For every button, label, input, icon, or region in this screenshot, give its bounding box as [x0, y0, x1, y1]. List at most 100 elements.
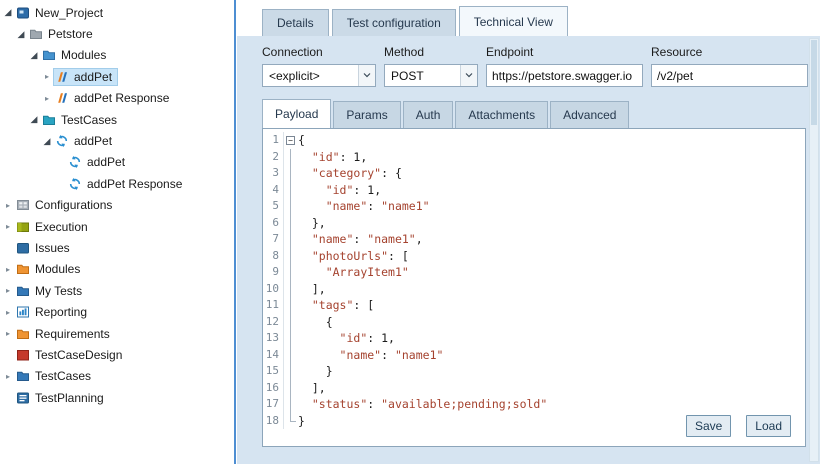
- tree-node[interactable]: TestPlanning: [14, 389, 110, 407]
- code-line[interactable]: 7 "name": "name1",: [263, 231, 805, 248]
- tree-item-testplanning[interactable]: TestPlanning: [0, 387, 233, 408]
- subtab-params[interactable]: Params: [333, 101, 400, 128]
- subtab-advanced[interactable]: Advanced: [550, 101, 629, 128]
- tree-collapsed-arrow[interactable]: ▸: [2, 201, 14, 210]
- tab-test-configuration[interactable]: Test configuration: [332, 9, 456, 36]
- code-line[interactable]: 14 "name": "name1": [263, 347, 805, 364]
- code-line[interactable]: 17 "status": "available;pending;sold": [263, 396, 805, 413]
- tree-node[interactable]: TestCases: [40, 111, 123, 129]
- tree-expanded-arrow[interactable]: ◢: [2, 7, 14, 18]
- code-line[interactable]: 9 "ArrayItem1": [263, 264, 805, 281]
- tab-details[interactable]: Details: [262, 9, 329, 36]
- subtab-payload[interactable]: Payload: [262, 99, 331, 128]
- tree-item-configurations[interactable]: ▸Configurations: [0, 195, 233, 216]
- tree-collapsed-arrow[interactable]: ▸: [2, 265, 14, 274]
- tree-collapsed-arrow[interactable]: ▸: [2, 222, 14, 231]
- tree-collapsed-arrow[interactable]: ▸: [2, 329, 14, 338]
- tree-item-my-tests[interactable]: ▸My Tests: [0, 280, 233, 301]
- code-line[interactable]: 2 "id": 1,: [263, 149, 805, 166]
- connection-select[interactable]: <explicit>: [262, 64, 376, 87]
- panel-scrollbar[interactable]: [809, 38, 819, 462]
- tree-item-testcases[interactable]: ◢TestCases: [0, 109, 233, 130]
- tree-item-addpet[interactable]: ▸ addPet: [0, 66, 233, 87]
- app-window: ◢New_Project◢Petstore◢Modules▸addPet▸add…: [0, 0, 820, 464]
- code-line[interactable]: 13 "id": 1,: [263, 330, 805, 347]
- code-line[interactable]: 11 "tags": [: [263, 297, 805, 314]
- module-icon: [55, 91, 71, 105]
- tree-node[interactable]: Modules: [14, 260, 86, 278]
- fold-guide: [284, 281, 298, 298]
- code-line[interactable]: 12 {: [263, 314, 805, 331]
- tree-expanded-arrow[interactable]: ◢: [28, 114, 40, 125]
- fold-minus-icon[interactable]: −: [286, 136, 295, 145]
- scrollbar-thumb[interactable]: [811, 40, 817, 125]
- code-line[interactable]: 6 },: [263, 215, 805, 232]
- tree-item-new_project[interactable]: ◢New_Project: [0, 2, 233, 23]
- code-line[interactable]: 3 "category": {: [263, 165, 805, 182]
- chevron-down-icon[interactable]: [460, 65, 477, 86]
- tree-item-issues[interactable]: Issues: [0, 237, 233, 258]
- tree-expanded-arrow[interactable]: ◢: [15, 29, 27, 40]
- save-button[interactable]: Save: [686, 415, 731, 437]
- fold-guide: [284, 182, 298, 199]
- tree-item-addpet-response[interactable]: addPet Response: [0, 173, 233, 194]
- tree-collapsed-arrow[interactable]: ▸: [2, 308, 14, 317]
- line-number: 1: [263, 132, 284, 149]
- tree-node[interactable]: Modules: [40, 46, 112, 64]
- fold-guide: [284, 215, 298, 232]
- tree-node[interactable]: addPet: [53, 68, 118, 86]
- code-line[interactable]: 15 }: [263, 363, 805, 380]
- fold-collapse-icon[interactable]: −: [284, 132, 298, 149]
- method-select[interactable]: POST: [384, 64, 478, 87]
- tree-node[interactable]: addPet: [66, 153, 131, 171]
- resource-input[interactable]: [651, 64, 808, 87]
- payload-editor[interactable]: 1−{2 "id": 1,3 "category": {4 "id": 1,5 …: [262, 128, 806, 447]
- code-text: "tags": [: [298, 297, 374, 314]
- code-line[interactable]: 4 "id": 1,: [263, 182, 805, 199]
- tree-item-reporting[interactable]: ▸Reporting: [0, 301, 233, 322]
- tree-item-petstore[interactable]: ◢Petstore: [0, 23, 233, 44]
- load-button[interactable]: Load: [746, 415, 791, 437]
- tree-node[interactable]: Execution: [14, 218, 94, 236]
- tree-item-testcasedesign[interactable]: TestCaseDesign: [0, 344, 233, 365]
- tab-technical-view[interactable]: Technical View: [459, 6, 568, 36]
- subtab-attachments[interactable]: Attachments: [455, 101, 548, 128]
- code-line[interactable]: 16 ],: [263, 380, 805, 397]
- tree-expanded-arrow[interactable]: ◢: [28, 50, 40, 61]
- code-line[interactable]: 8 "photoUrls": [: [263, 248, 805, 265]
- tree-node[interactable]: Reporting: [14, 303, 93, 321]
- tree-node[interactable]: Configurations: [14, 196, 118, 214]
- tree-node[interactable]: My Tests: [14, 282, 88, 300]
- tree-node[interactable]: addPet Response: [66, 175, 188, 193]
- tree-item-modules[interactable]: ▸Modules: [0, 259, 233, 280]
- tree-node[interactable]: Issues: [14, 239, 76, 257]
- tree-node[interactable]: New_Project: [14, 4, 109, 22]
- tree-item-addpet[interactable]: addPet: [0, 152, 233, 173]
- tree-item-label: addPet: [71, 70, 112, 84]
- connection-field: Connection <explicit>: [262, 45, 376, 87]
- tree-node[interactable]: addPet Response: [53, 89, 175, 107]
- fold-guide: [284, 347, 298, 364]
- tree-item-addpet[interactable]: ◢addPet: [0, 130, 233, 151]
- tree-item-addpet-response[interactable]: ▸addPet Response: [0, 88, 233, 109]
- tree-collapsed-arrow[interactable]: ▸: [2, 286, 14, 295]
- endpoint-input[interactable]: [486, 64, 643, 87]
- tree-node[interactable]: TestCases: [14, 367, 97, 385]
- code-line[interactable]: 1−{: [263, 132, 805, 149]
- code-line[interactable]: 10 ],: [263, 281, 805, 298]
- tree-node[interactable]: Requirements: [14, 325, 116, 343]
- tree-item-modules[interactable]: ◢Modules: [0, 45, 233, 66]
- tree-item-requirements[interactable]: ▸Requirements: [0, 323, 233, 344]
- tree-node[interactable]: addPet: [53, 132, 118, 150]
- tree-node[interactable]: TestCaseDesign: [14, 346, 128, 364]
- subtab-auth[interactable]: Auth: [403, 101, 454, 128]
- chevron-down-icon[interactable]: [358, 65, 375, 86]
- tree-collapsed-arrow[interactable]: ▸: [2, 372, 14, 381]
- tree-item-execution[interactable]: ▸Execution: [0, 216, 233, 237]
- tree-expanded-arrow[interactable]: ◢: [41, 136, 53, 147]
- tree-node[interactable]: Petstore: [27, 25, 99, 43]
- code-line[interactable]: 5 "name": "name1": [263, 198, 805, 215]
- tree-collapsed-arrow[interactable]: ▸: [41, 72, 53, 81]
- tree-item-testcases[interactable]: ▸TestCases: [0, 366, 233, 387]
- tree-collapsed-arrow[interactable]: ▸: [41, 94, 53, 103]
